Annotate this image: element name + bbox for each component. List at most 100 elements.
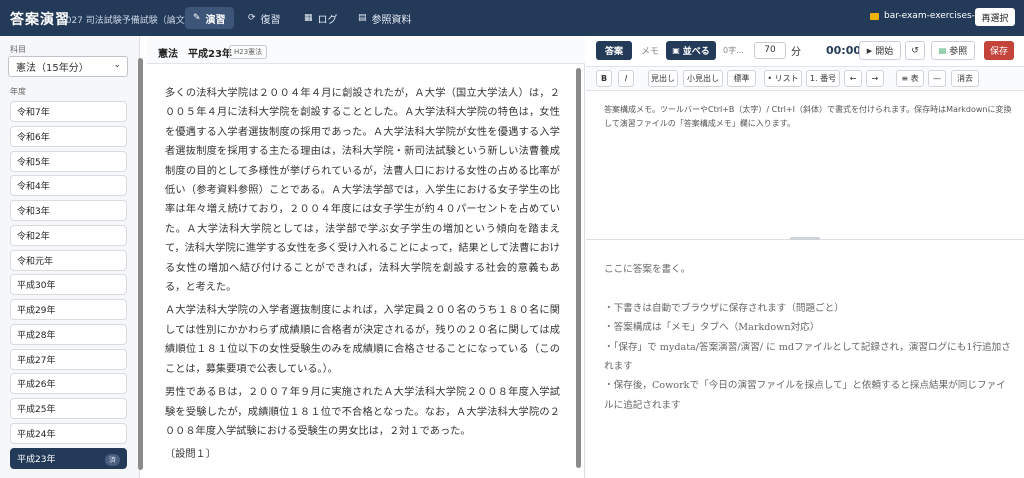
subject-label: 科目	[10, 45, 26, 54]
problem-header: 憲法 平成23年 H23憲法	[147, 36, 585, 64]
italic-button[interactable]: I	[618, 70, 634, 87]
format-toolbar: B I 見出し 小見出し 標準 • リスト 1. 番号 ← → ≡ 表 — 消去	[586, 66, 1024, 91]
year-item[interactable]: 平成25年	[10, 398, 127, 419]
tab-label: 参照資料	[371, 14, 412, 26]
sidebar-scrollbar[interactable]	[138, 58, 143, 470]
reset-button[interactable]: ↺	[905, 41, 925, 60]
answer-line	[604, 279, 1014, 298]
subject-value: 憲法（15年分）	[16, 63, 89, 74]
year-item[interactable]: 令和6年	[10, 125, 127, 147]
start-button[interactable]: ▶ 開始	[859, 41, 901, 60]
year-label: 令和7年	[17, 108, 50, 118]
year-label: 平成29年	[17, 306, 56, 316]
minutes-input[interactable]: 70	[754, 42, 786, 59]
year-label: 平成25年	[17, 405, 56, 415]
answer-line: ・下書きは自動でブラウザに保存されます（問題ごと）	[604, 302, 844, 314]
answer-line: ここに答案を書く。	[604, 264, 691, 275]
year-list: 令和7年令和6年令和5年令和4年令和3年令和2年令和元年平成30年平成29年平成…	[10, 101, 127, 472]
problem-tag: H23憲法	[229, 45, 268, 59]
year-label: 令和4年	[17, 182, 50, 193]
minutes-unit: 分	[791, 47, 801, 58]
year-label: 平成24年	[17, 429, 56, 440]
year-label: 令和元年	[17, 256, 54, 267]
top-bar: 答案演習 2027 司法試験予備試験（論文） ✎ 演習 ⟳ 復習 ▦ ログ ▤ …	[0, 0, 1024, 36]
save-button[interactable]: 保存	[984, 41, 1014, 60]
layout-icon: ▣	[672, 46, 680, 55]
year-item[interactable]: 平成28年	[10, 323, 127, 345]
problem-text: 多くの法科大学院は２００４年４月に創設されたが，Ａ大学（国立大学法人）は，２００…	[165, 84, 560, 469]
year-label: 平成23年	[17, 454, 56, 465]
done-badge: 済	[105, 453, 120, 466]
bullet-list-button[interactable]: • リスト	[764, 70, 802, 87]
memo-editor[interactable]: 答案構成メモ。ツールバーやCtrl+B（太字）/ Ctrl+I（斜体）で書式を付…	[604, 103, 1014, 130]
char-count: 0字...	[723, 46, 744, 55]
answer-editor[interactable]: ここに答案を書く。 ・下書きは自動でブラウザに保存されます（問題ごと） ・答案構…	[604, 260, 1014, 415]
year-item[interactable]: 令和元年	[10, 249, 127, 271]
reference-label: 参照	[949, 47, 968, 57]
refresh-icon: ⟳	[248, 13, 256, 23]
reference-button[interactable]: ▤ 参照	[931, 41, 975, 60]
tab-review[interactable]: ⟳ 復習	[240, 7, 289, 29]
folder-icon	[870, 12, 879, 20]
heading-button[interactable]: 見出し	[648, 70, 678, 87]
horizontal-rule-button[interactable]: —	[928, 70, 946, 87]
year-item[interactable]: 平成29年	[10, 299, 127, 320]
reselect-button[interactable]: 再選択	[975, 8, 1015, 26]
tab-label: ログ	[317, 14, 338, 26]
play-icon: ▶	[866, 46, 873, 55]
year-item[interactable]: 平成23年 済	[10, 447, 127, 469]
problem-paragraph: 〔設問１〕	[165, 449, 216, 461]
year-item[interactable]: 平成30年	[10, 274, 127, 296]
year-item[interactable]: 令和4年	[10, 175, 127, 197]
tab-log[interactable]: ▦ ログ	[296, 7, 346, 29]
chevron-down-icon: ⌄	[113, 60, 121, 70]
indent-button[interactable]: →	[866, 70, 884, 87]
year-item[interactable]: 令和2年	[10, 224, 127, 246]
year-label: 平成30年	[17, 281, 56, 292]
problem-title: 憲法 平成23年	[158, 49, 232, 60]
year-item[interactable]: 平成26年	[10, 373, 127, 395]
exam-subtitle: 2027 司法試験予備試験（論文）	[60, 16, 194, 26]
problem-paragraph: Ａ大学法科大学院の入学者選抜制度によれば，入学定員２００名のうち１８０名に関して…	[165, 305, 560, 375]
problem-paragraph: 男性であるＢは，２００７年９月に実施されたＡ大学法科大学院２００８年度入学試験を…	[165, 387, 560, 437]
year-label: 令和3年	[17, 207, 50, 217]
tab-references[interactable]: ▤ 参照資料	[350, 7, 420, 29]
year-item[interactable]: 令和5年	[10, 150, 127, 172]
pencil-icon: ✎	[193, 13, 201, 23]
tab-memo[interactable]: メモ	[636, 41, 664, 60]
year-label: 令和2年	[17, 231, 50, 242]
answer-line: ・「保存」で mydata/答案演習/演習/ に mdファイルとして記録され，演…	[604, 341, 1011, 373]
resize-handle[interactable]	[790, 237, 820, 240]
numbered-list-button[interactable]: 1. 番号	[806, 70, 840, 87]
tab-practice[interactable]: ✎ 演習	[185, 7, 234, 29]
answer-line: ・答案構成は「メモ」タブへ（Markdown対応）	[604, 322, 820, 334]
timer-display: 00:00	[826, 44, 862, 57]
bold-button[interactable]: B	[596, 70, 612, 87]
start-label: 開始	[875, 47, 894, 57]
year-label: 令和5年	[17, 157, 50, 168]
clear-format-button[interactable]: 消去	[951, 70, 979, 87]
year-item[interactable]: 令和7年	[10, 101, 127, 122]
year-label: 令和6年	[17, 132, 50, 143]
subheading-button[interactable]: 小見出し	[683, 70, 723, 87]
tab-label: 演習	[205, 14, 226, 26]
editor-toolbar: 答案 メモ ▣ 並べる 0字... 70 分 00:00 ▶ 開始 ↺ ▤ 参照…	[586, 36, 1024, 66]
normal-button[interactable]: 標準	[727, 70, 756, 87]
problem-scrollbar[interactable]	[576, 68, 581, 468]
side-by-side-label: 並べる	[682, 47, 710, 57]
project-indicator: bar-exam-exercises-app	[870, 11, 992, 21]
editor-panel: 答案 メモ ▣ 並べる 0字... 70 分 00:00 ▶ 開始 ↺ ▤ 参照…	[586, 36, 1024, 478]
year-item[interactable]: 令和3年	[10, 200, 127, 221]
side-by-side-button[interactable]: ▣ 並べる	[666, 41, 716, 60]
outdent-button[interactable]: ←	[844, 70, 862, 87]
tab-label: 復習	[260, 14, 281, 26]
subject-select[interactable]: 憲法（15年分） ⌄	[8, 56, 128, 77]
year-item[interactable]: 平成27年	[10, 348, 127, 370]
answer-line: ・保存後，Coworkで「今日の演習ファイルを採点して」と依頼すると採点結果が同…	[604, 380, 1006, 411]
table-button[interactable]: ≡ 表	[896, 70, 924, 87]
year-item[interactable]: 平成24年	[10, 422, 127, 444]
chart-icon: ▦	[304, 13, 313, 23]
problem-panel: 憲法 平成23年 H23憲法 多くの法科大学院は２００４年４月に創設されたが，Ａ…	[147, 36, 585, 478]
year-label: 平成27年	[17, 355, 56, 366]
tab-answer[interactable]: 答案	[596, 41, 632, 60]
